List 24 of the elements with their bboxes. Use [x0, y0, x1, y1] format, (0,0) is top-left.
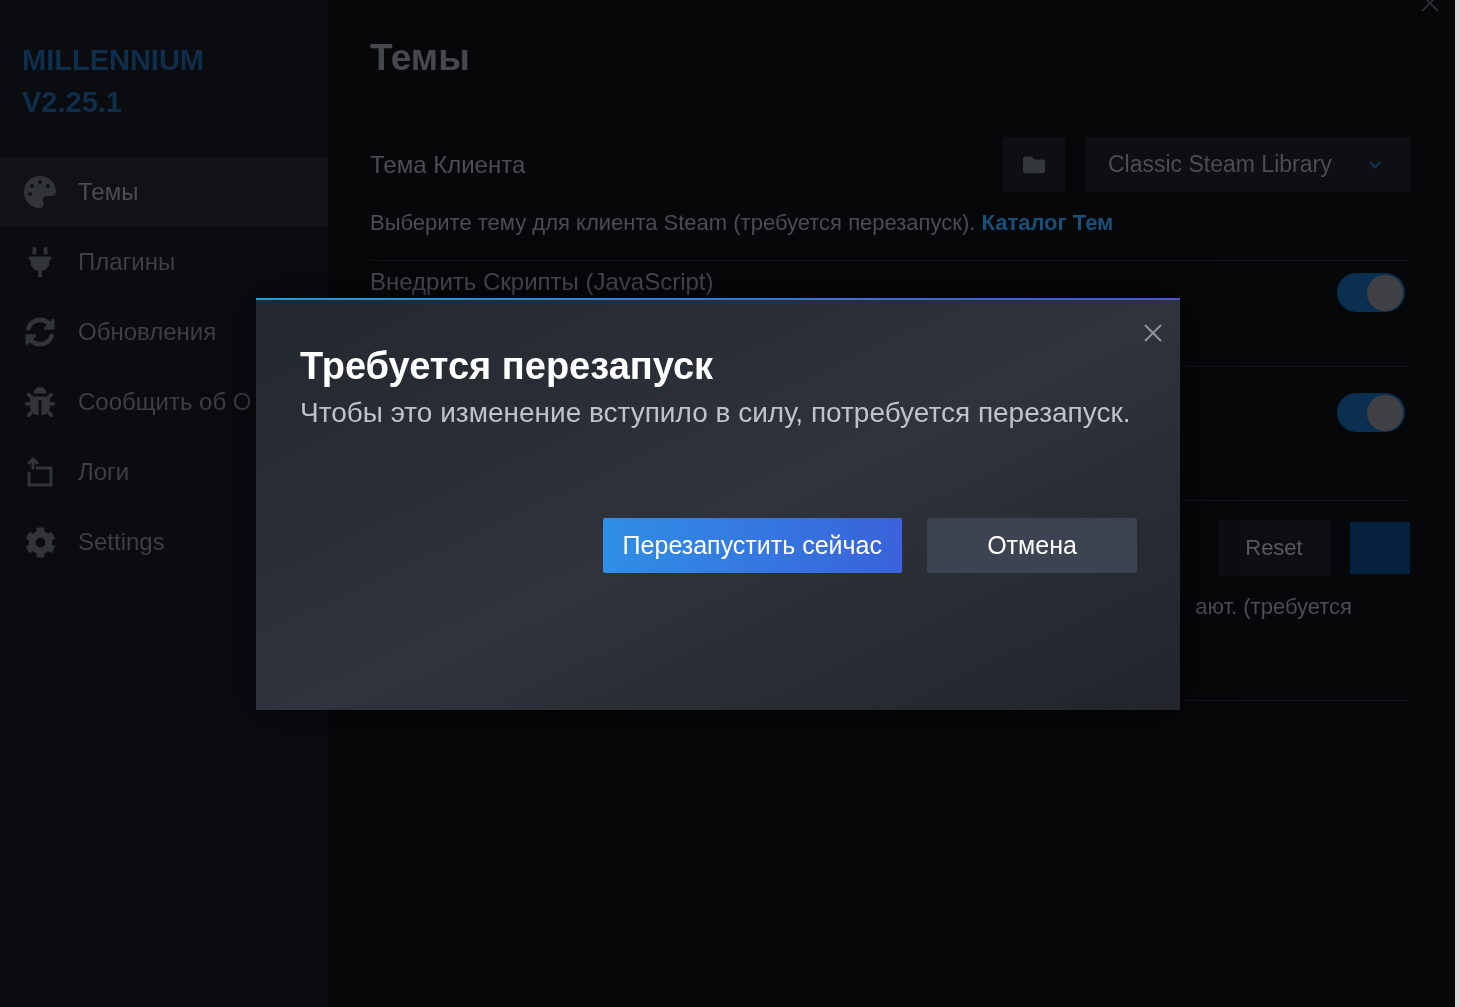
- bug-icon: [25, 387, 55, 417]
- toggle-switch[interactable]: [1337, 273, 1405, 312]
- palette-icon: [24, 176, 56, 208]
- settings-icon: [24, 526, 56, 558]
- brand-title: MILLENNIUM: [22, 43, 205, 78]
- restart-button[interactable]: Перезапустить сейчас: [602, 518, 902, 573]
- toggle-switch[interactable]: [1337, 393, 1405, 432]
- setting-label: Внедрить Скрипты (JavaScript): [370, 269, 714, 294]
- folder-button[interactable]: [1003, 137, 1065, 192]
- sidebar-item[interactable]: Темы: [0, 157, 328, 227]
- setting-label: Тема Клиента: [370, 149, 526, 180]
- dialog-message: Чтобы это изменение вступило в силу, потребуется перезапуск.: [300, 396, 1131, 430]
- theme-select[interactable]: Classic Steam Library: [1085, 137, 1410, 192]
- color-swatch-icon[interactable]: [1350, 522, 1410, 574]
- refresh-icon: [25, 317, 55, 347]
- cancel-button[interactable]: Отмена: [927, 518, 1137, 573]
- page-title: Темы: [370, 38, 470, 78]
- dialog-title: Требуется перезапуск: [300, 344, 714, 388]
- setting-description: Выберите тему для клиента Steam (требуется перезапуск). Каталог Тем: [370, 209, 1115, 237]
- version-label: V2.25.1: [22, 85, 122, 120]
- setting-description: ают. (требуется: [1194, 593, 1353, 621]
- close-icon[interactable]: [1144, 324, 1162, 342]
- reset-button[interactable]: Reset: [1218, 520, 1330, 576]
- catalog-link[interactable]: Каталог Тем: [981, 210, 1114, 235]
